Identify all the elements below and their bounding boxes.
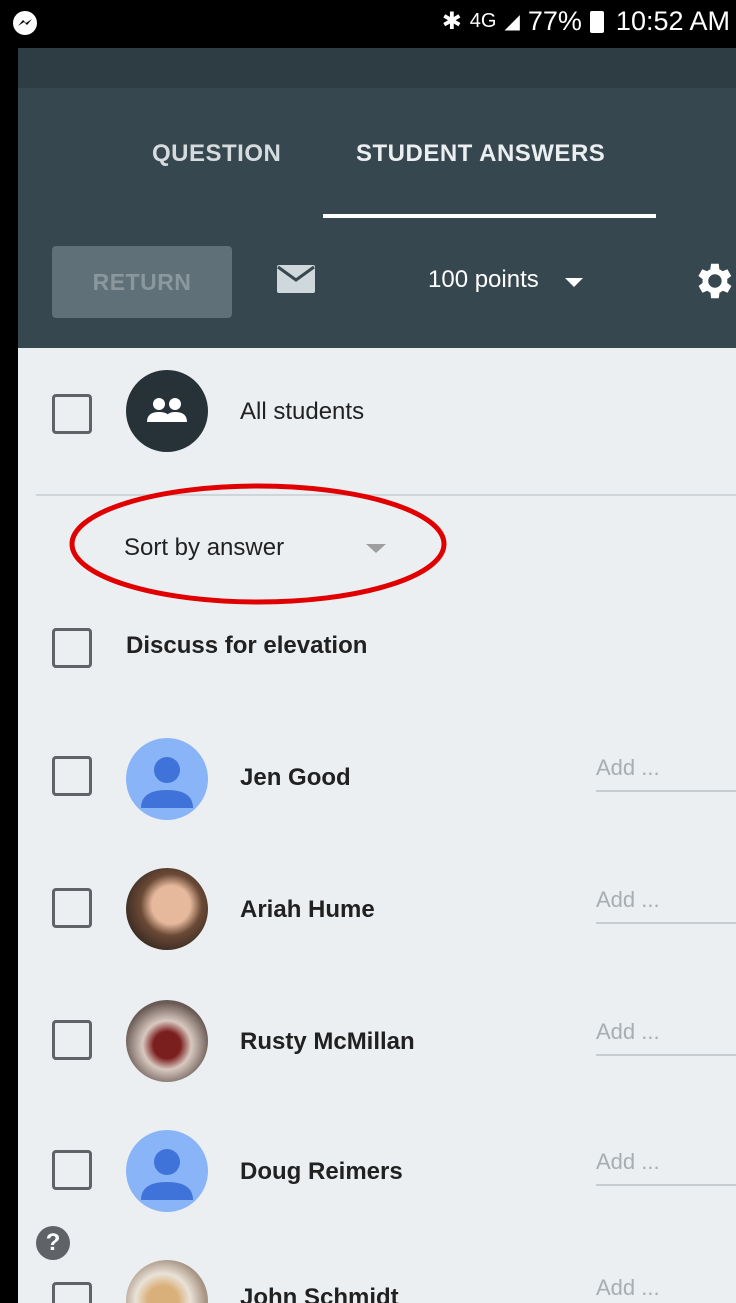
student-checkbox[interactable] xyxy=(52,1020,92,1060)
student-checkbox[interactable] xyxy=(52,888,92,928)
student-name: Jen Good xyxy=(240,764,351,791)
screen-edge xyxy=(0,48,18,1303)
battery-icon xyxy=(589,10,604,33)
student-name: Rusty McMillan xyxy=(240,1028,415,1055)
status-bar: ✱ 4G ◢ 77% 10:52 AM xyxy=(0,0,736,48)
grade-input[interactable] xyxy=(596,1272,736,1303)
mail-icon[interactable] xyxy=(276,264,316,294)
grade-input[interactable] xyxy=(596,884,736,924)
avatar xyxy=(126,868,208,950)
tab-question[interactable]: QUESTION xyxy=(152,140,281,168)
bluetooth-icon: ✱ xyxy=(441,8,462,35)
signal-icon: ◢ xyxy=(504,11,520,33)
messenger-icon xyxy=(13,11,37,35)
all-students-label: All students xyxy=(240,398,365,425)
grade-input[interactable] xyxy=(596,752,736,792)
divider xyxy=(36,494,736,496)
help-icon[interactable]: ? xyxy=(36,1226,70,1260)
grade-input[interactable] xyxy=(596,1016,736,1056)
all-students-checkbox[interactable] xyxy=(52,394,92,434)
grade-input[interactable] xyxy=(596,1146,736,1186)
active-tab-indicator xyxy=(323,214,656,218)
avatar xyxy=(126,1130,208,1212)
avatar xyxy=(126,1000,208,1082)
answer-group-label: Discuss for elevation xyxy=(126,632,368,659)
avatar xyxy=(126,1260,208,1303)
gear-icon[interactable] xyxy=(690,258,736,304)
student-name: John Schmidt xyxy=(240,1284,399,1303)
return-button[interactable]: RETURN xyxy=(52,246,232,318)
app-bar-top xyxy=(18,48,736,88)
student-checkbox[interactable] xyxy=(52,756,92,796)
student-name: Ariah Hume xyxy=(240,896,375,923)
student-name: Doug Reimers xyxy=(240,1158,403,1185)
points-select[interactable]: 100 points xyxy=(428,266,583,294)
answer-group-checkbox[interactable] xyxy=(52,628,92,668)
points-value: 100 points xyxy=(428,266,539,293)
4g-icon: 4G xyxy=(469,10,497,32)
classroom-app: QUESTION STUDENT ANSWERS RETURN 100 poin… xyxy=(18,48,736,1303)
student-checkbox[interactable] xyxy=(52,1282,92,1303)
clock: 10:52 AM xyxy=(615,6,730,36)
sort-label: Sort by answer xyxy=(124,534,285,561)
avatar xyxy=(126,738,208,820)
app-bar: QUESTION STUDENT ANSWERS RETURN 100 poin… xyxy=(18,48,736,348)
tab-student-answers[interactable]: STUDENT ANSWERS xyxy=(356,140,605,168)
battery-percent: 77% xyxy=(527,6,582,36)
group-icon xyxy=(126,370,208,452)
caret-down-icon xyxy=(564,277,583,287)
student-checkbox[interactable] xyxy=(52,1150,92,1190)
caret-down-icon xyxy=(366,544,386,553)
